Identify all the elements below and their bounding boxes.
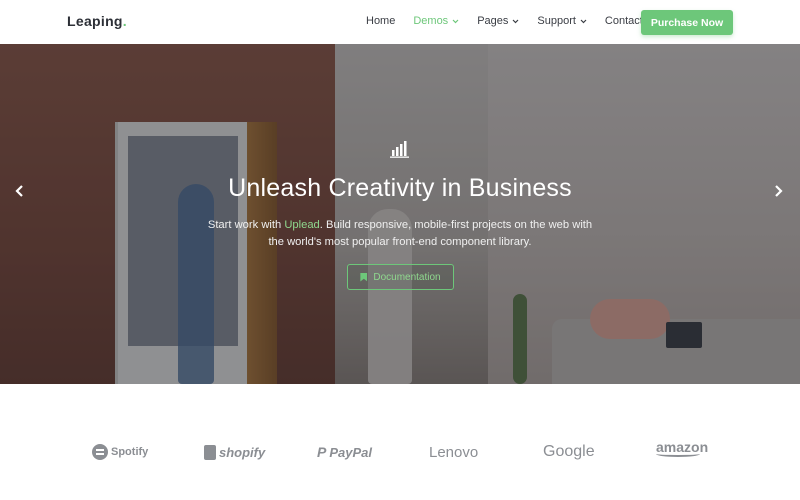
nav-item-pages[interactable]: Pages	[477, 15, 519, 27]
nav-item-label: Contact	[604, 15, 643, 27]
nav-item-support[interactable]: Support	[537, 15, 587, 27]
spotify-logo: Spotify	[92, 442, 148, 462]
navbar: Leaping. Home Demos Pages Support Contac…	[0, 0, 800, 44]
hero-subtext-before: Start work with	[207, 219, 285, 231]
chevron-down-icon	[580, 15, 587, 27]
spotify-icon	[92, 444, 108, 460]
shopify-logo: shopify	[204, 442, 265, 462]
logo-label: PayPal	[329, 444, 372, 460]
chevron-left-icon[interactable]	[14, 184, 28, 198]
lenovo-logo: Lenovo	[429, 442, 478, 462]
amazon-smile-icon	[656, 451, 700, 457]
nav-item-label: Demos	[413, 15, 449, 27]
chevron-down-icon	[512, 15, 519, 27]
documentation-button[interactable]: Documentation	[347, 264, 454, 290]
brand-logo[interactable]: Leaping.	[67, 13, 127, 29]
client-logos: Spotify shopify P PayPal Lenovo Google a…	[0, 384, 800, 500]
main-nav: Home Demos Pages Support Contact	[366, 15, 661, 27]
google-logo: Google	[543, 442, 595, 462]
nav-item-label: Home	[366, 15, 396, 27]
logo-label: Lenovo	[429, 443, 479, 461]
documentation-label: Documentation	[373, 271, 441, 283]
amazon-logo: amazon	[656, 439, 708, 459]
chevron-down-icon	[452, 15, 459, 27]
paypal-icon: P	[317, 444, 327, 460]
hero-content: Unleash Creativity in Business Start wor…	[0, 44, 800, 384]
hero-section: Unleash Creativity in Business Start wor…	[0, 44, 800, 384]
purchase-now-button[interactable]: Purchase Now	[641, 10, 733, 35]
hero-subtext: Start work with Uplead. Build responsive…	[200, 217, 600, 251]
chevron-right-icon[interactable]	[774, 184, 788, 198]
brand-name: Leaping	[67, 13, 123, 29]
logo-label: Google	[543, 443, 595, 460]
uplead-link[interactable]: Uplead	[284, 219, 319, 231]
logo-label: Spotify	[111, 446, 149, 458]
nav-item-home[interactable]: Home	[366, 15, 395, 27]
nav-item-contact[interactable]: Contact	[605, 15, 643, 27]
nav-item-demos[interactable]: Demos	[413, 15, 459, 27]
nav-item-label: Pages	[477, 15, 509, 27]
logo-label: shopify	[219, 444, 266, 460]
shopify-bag-icon	[204, 444, 216, 460]
hero-headline: Unleash Creativity in Business	[228, 174, 572, 202]
paypal-logo: P PayPal	[317, 442, 372, 462]
bar-chart-icon	[390, 140, 410, 158]
brand-dot: .	[122, 13, 127, 29]
nav-item-label: Support	[537, 15, 576, 27]
bookmark-icon	[360, 272, 368, 282]
